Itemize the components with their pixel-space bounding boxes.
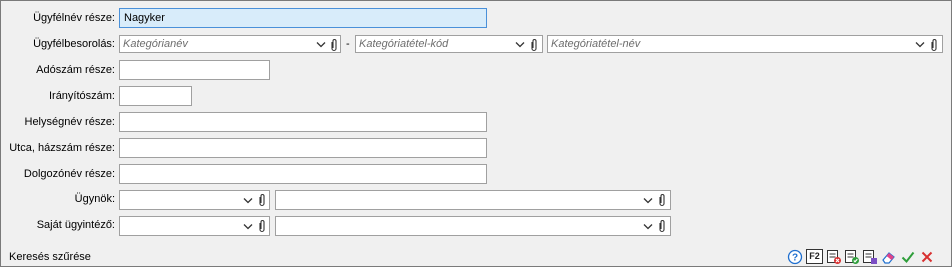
chevron-down-icon[interactable] bbox=[914, 38, 926, 51]
paperclip-icon[interactable] bbox=[257, 219, 267, 233]
paperclip-icon[interactable] bbox=[529, 38, 539, 52]
help-icon[interactable]: ? bbox=[787, 249, 803, 265]
paperclip-icon[interactable] bbox=[657, 219, 667, 233]
f2-icon[interactable]: F2 bbox=[806, 249, 823, 264]
load-filter-icon[interactable] bbox=[862, 249, 878, 265]
category-item-name-placeholder: Kategóriatétel-név bbox=[551, 38, 641, 50]
chevron-down-icon[interactable] bbox=[642, 194, 654, 207]
customer-name-input[interactable]: Nagyker bbox=[119, 8, 487, 28]
category-item-code-placeholder: Kategóriatétel-kód bbox=[359, 38, 449, 50]
save-filter-icon[interactable] bbox=[844, 249, 860, 265]
chevron-down-icon[interactable] bbox=[242, 194, 254, 207]
customer-name-value: Nagyker bbox=[124, 12, 165, 24]
category-name-combo[interactable]: Kategórianév bbox=[119, 35, 341, 53]
ok-check-icon[interactable] bbox=[900, 249, 916, 265]
street-label: Utca, házszám része: bbox=[9, 142, 115, 154]
paperclip-icon[interactable] bbox=[257, 193, 267, 207]
own-handler-code-combo[interactable] bbox=[119, 216, 270, 236]
chevron-down-icon[interactable] bbox=[315, 38, 327, 51]
category-name-placeholder: Kategórianév bbox=[123, 38, 188, 50]
chevron-down-icon[interactable] bbox=[514, 38, 526, 51]
postal-code-input[interactable] bbox=[119, 86, 192, 106]
customer-name-label: Ügyfélnév része: bbox=[33, 12, 115, 24]
tax-number-label: Adószám része: bbox=[36, 64, 115, 76]
employee-label: Dolgozónév része: bbox=[23, 168, 115, 180]
own-handler-label: Saját ügyintéző: bbox=[36, 219, 115, 231]
paperclip-icon[interactable] bbox=[329, 38, 339, 52]
agent-label: Ügynök: bbox=[74, 193, 115, 205]
category-item-name-combo[interactable]: Kategóriatétel-név bbox=[547, 35, 943, 53]
chevron-down-icon[interactable] bbox=[242, 220, 254, 233]
svg-text:?: ? bbox=[792, 253, 798, 264]
chevron-down-icon[interactable] bbox=[642, 220, 654, 233]
eraser-icon[interactable] bbox=[881, 249, 897, 265]
classification-separator: - bbox=[346, 38, 350, 50]
agent-name-combo[interactable] bbox=[275, 190, 671, 210]
clear-filter-icon[interactable] bbox=[826, 249, 842, 265]
city-input[interactable] bbox=[119, 112, 487, 132]
classification-label: Ügyfélbesorolás: bbox=[33, 38, 115, 50]
agent-code-combo[interactable] bbox=[119, 190, 270, 210]
category-item-code-combo[interactable]: Kategóriatétel-kód bbox=[355, 35, 543, 53]
employee-input[interactable] bbox=[119, 164, 487, 184]
paperclip-icon[interactable] bbox=[929, 38, 939, 52]
street-input[interactable] bbox=[119, 138, 487, 158]
city-label: Helységnév része: bbox=[24, 116, 116, 128]
cancel-x-icon[interactable] bbox=[919, 249, 935, 265]
filter-title: Keresés szűrése bbox=[9, 251, 91, 263]
postal-code-label: Irányítószám: bbox=[48, 90, 115, 102]
tax-number-input[interactable] bbox=[119, 60, 270, 80]
paperclip-icon[interactable] bbox=[657, 193, 667, 207]
own-handler-name-combo[interactable] bbox=[275, 216, 671, 236]
search-filter-panel: Ügyfélnév része: Nagyker Ügyfélbesorolás… bbox=[0, 0, 952, 267]
